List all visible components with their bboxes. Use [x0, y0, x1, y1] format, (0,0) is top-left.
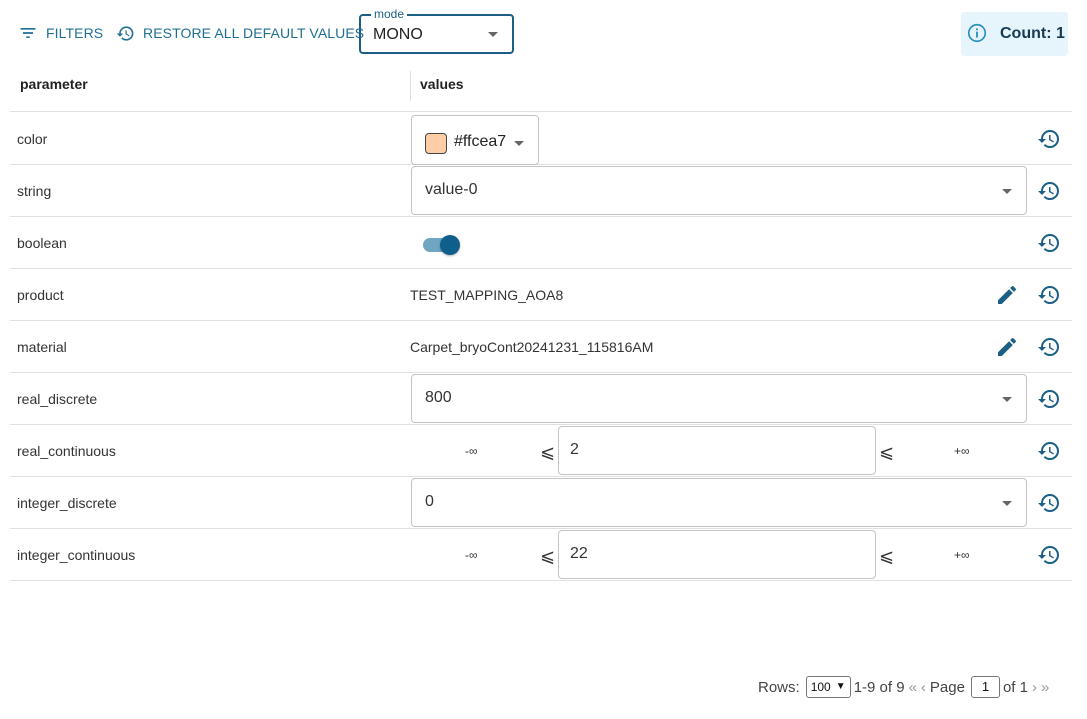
select-value: 800 — [425, 389, 452, 406]
table-row: boolean — [10, 217, 1072, 269]
mode-select[interactable]: mode MONO — [359, 7, 514, 54]
leq-symbol: ⩽ — [879, 442, 895, 462]
color-picker[interactable]: #ffcea7 — [411, 115, 539, 165]
param-name: real_continuous — [17, 443, 116, 459]
history-icon[interactable] — [1037, 335, 1061, 359]
param-name: integer_discrete — [17, 495, 117, 511]
page-range: 1-9 of 9 — [853, 678, 905, 696]
chevron-down-icon — [514, 141, 524, 146]
history-icon[interactable] — [1037, 179, 1061, 203]
param-name: material — [17, 339, 67, 355]
max-bound: +∞ — [954, 548, 970, 562]
color-swatch — [425, 133, 447, 154]
table-row: integer_discrete 0 — [10, 477, 1072, 529]
filter-list-icon — [18, 23, 38, 43]
chevron-down-icon — [1002, 397, 1012, 402]
count-badge: Count: 1 — [961, 12, 1068, 56]
pencil-icon[interactable] — [995, 335, 1019, 359]
pencil-icon[interactable] — [995, 283, 1019, 307]
string-select[interactable]: value-0 — [411, 166, 1027, 215]
material-value: Carpet_bryoCont20241231_115816AM — [410, 339, 654, 355]
leq-symbol: ⩽ — [540, 442, 556, 462]
history-icon[interactable] — [1037, 127, 1061, 151]
count-label: Count: 1 — [1000, 25, 1065, 42]
rows-per-page-value: 100 — [810, 680, 831, 694]
param-name: boolean — [17, 235, 67, 251]
first-page-icon[interactable]: « — [909, 679, 917, 696]
chevron-down-icon: ▼ — [835, 681, 846, 692]
min-bound: -∞ — [465, 548, 478, 562]
integer-continuous-input[interactable]: 22 — [558, 530, 876, 579]
toggle-knob — [440, 235, 460, 255]
input-value: 2 — [570, 441, 579, 458]
real-discrete-select[interactable]: 800 — [411, 374, 1027, 423]
restore-label: RESTORE ALL DEFAULT VALUES — [143, 25, 365, 41]
table-row: color #ffcea7 — [10, 113, 1072, 165]
history-icon[interactable] — [1037, 387, 1061, 411]
column-header-parameter[interactable]: parameter — [20, 66, 88, 112]
table-header: parameter values — [10, 66, 1072, 112]
param-name: color — [17, 131, 48, 147]
info-icon — [961, 22, 988, 47]
filters-button[interactable]: FILTERS — [18, 22, 103, 44]
product-value: TEST_MAPPING_AOA8 — [410, 287, 564, 303]
select-value: value-0 — [425, 181, 478, 198]
chevron-down-icon — [1002, 501, 1012, 506]
param-name: string — [17, 183, 52, 199]
color-value: #ffcea7 — [454, 133, 507, 150]
param-name: real_discrete — [17, 391, 98, 407]
filters-label: FILTERS — [46, 25, 104, 41]
page-label: Page — [929, 678, 965, 696]
page-number-input[interactable]: 1 — [970, 676, 1000, 698]
table-row: integer_continuous -∞ ⩽ 22 ⩽ +∞ — [10, 529, 1072, 581]
prev-page-icon[interactable]: ‹ — [921, 679, 926, 696]
history-icon[interactable] — [1037, 543, 1061, 567]
leq-symbol: ⩽ — [879, 546, 895, 566]
min-bound: -∞ — [465, 444, 478, 458]
history-icon[interactable] — [1037, 231, 1061, 255]
select-value: 0 — [425, 493, 434, 510]
restore-all-defaults-button[interactable]: RESTORE ALL DEFAULT VALUES — [116, 22, 364, 44]
table-row: material Carpet_bryoCont20241231_115816A… — [10, 321, 1072, 373]
toolbar: FILTERS RESTORE ALL DEFAULT VALUES mode … — [0, 0, 1087, 66]
history-icon[interactable] — [1037, 439, 1061, 463]
real-continuous-input[interactable]: 2 — [558, 426, 876, 475]
integer-discrete-select[interactable]: 0 — [411, 478, 1027, 527]
chevron-down-icon — [488, 32, 498, 37]
history-icon[interactable] — [1037, 491, 1061, 515]
column-header-values[interactable]: values — [410, 71, 464, 101]
table-row: real_continuous -∞ ⩽ 2 ⩽ +∞ — [10, 425, 1072, 477]
history-icon[interactable] — [1037, 283, 1061, 307]
param-name: integer_continuous — [17, 547, 136, 563]
last-page-icon[interactable]: » — [1041, 679, 1049, 696]
table-row: string value-0 — [10, 165, 1072, 217]
restore-icon — [116, 24, 135, 43]
next-page-icon[interactable]: › — [1032, 679, 1037, 696]
rows-per-page-select[interactable]: 100 ▼ — [805, 676, 851, 698]
mode-value: MONO — [373, 26, 423, 43]
table-row: product TEST_MAPPING_AOA8 — [10, 269, 1072, 321]
leq-symbol: ⩽ — [540, 546, 556, 566]
param-name: product — [17, 287, 64, 303]
page-count: of 1 — [1002, 678, 1028, 696]
input-value: 22 — [570, 545, 588, 562]
table-row: real_discrete 800 — [10, 373, 1072, 425]
mode-legend: mode — [371, 7, 408, 21]
chevron-down-icon — [1002, 189, 1012, 194]
pagination: Rows: 100 ▼ 1-9 of 9 « ‹ Page 1 of 1 › » — [758, 676, 1049, 698]
boolean-toggle[interactable] — [423, 235, 461, 255]
rows-label: Rows: — [758, 678, 800, 696]
max-bound: +∞ — [954, 444, 970, 458]
